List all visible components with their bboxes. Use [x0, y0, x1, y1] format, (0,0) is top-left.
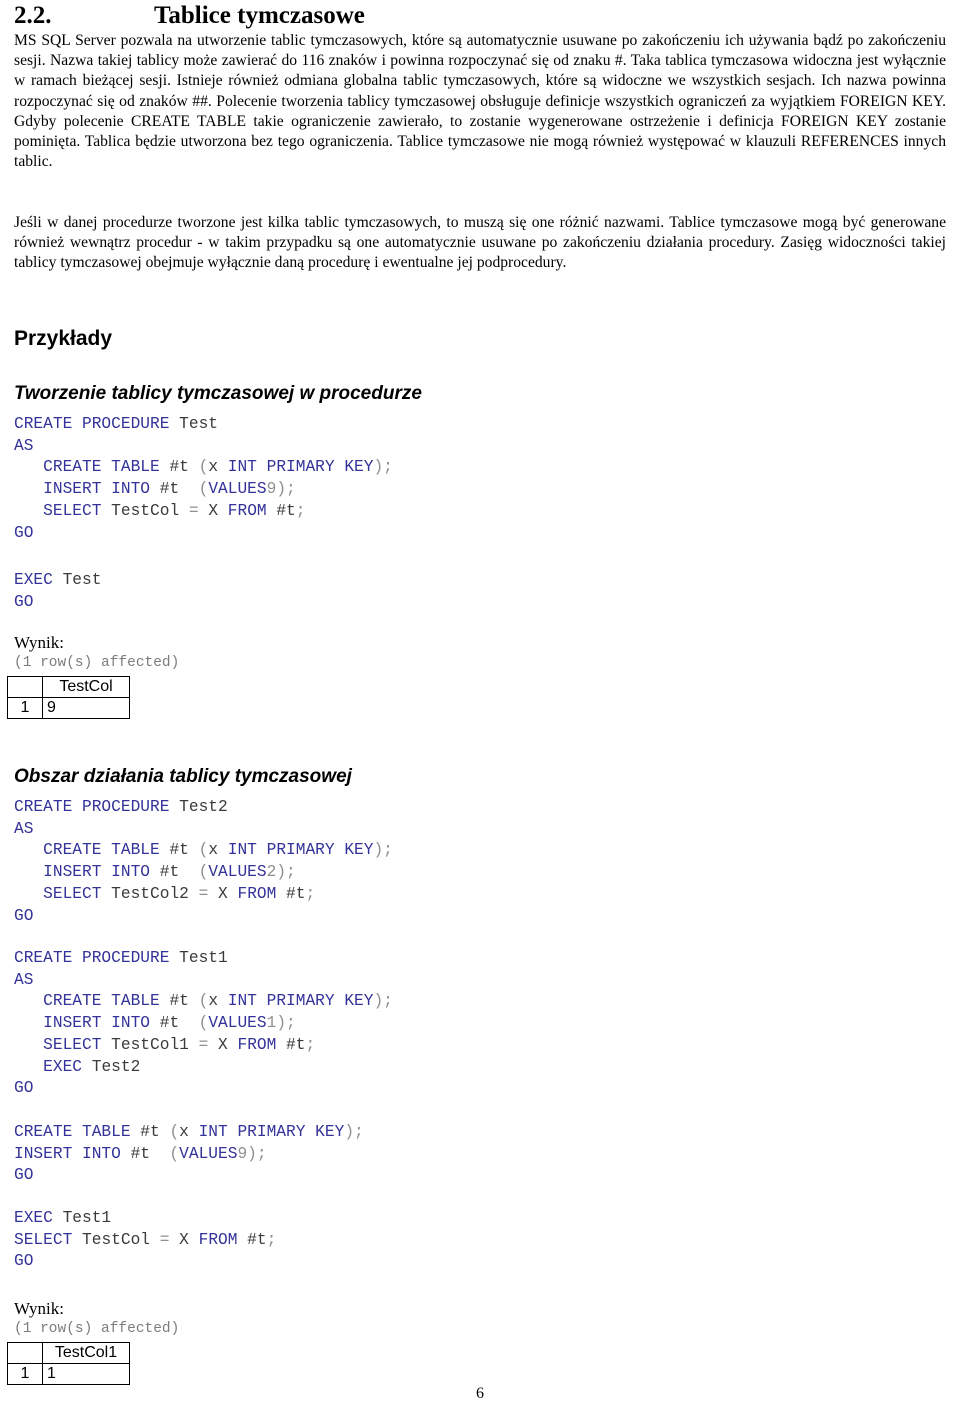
result-label-2: Wynik: — [14, 1299, 64, 1318]
result-label-1: Wynik: — [14, 633, 64, 652]
rows-affected-2: (1 row(s) affected) — [14, 1321, 180, 1337]
header-index-cell — [7, 676, 43, 698]
body-paragraph-2: Jeśli w danej procedurze tworzone jest k… — [14, 214, 946, 272]
table-row: 1 9 — [7, 697, 130, 719]
code-block-5: CREATE TABLE #t (x INT PRIMARY KEY); INS… — [14, 1123, 364, 1185]
page-title: 2.2. Tablice tymczasowe — [14, 2, 944, 30]
chapter-number: 2.2. — [14, 2, 52, 29]
code-block-4: CREATE PROCEDURE Test1 AS CREATE TABLE #… — [14, 949, 393, 1098]
row-value-cell: 9 — [42, 697, 130, 719]
result-table-1: TestCol 1 9 — [7, 676, 130, 719]
code-block-2: EXEC Test GO — [14, 571, 102, 611]
section-heading-1: Tworzenie tablicy tymczasowej w procedur… — [14, 383, 422, 404]
table-row: TestCol1 — [7, 1342, 130, 1364]
section-heading-2: Obszar działania tablicy tymczasowej — [14, 766, 352, 787]
body-paragraph-1: MS SQL Server pozwala na utworzenie tabl… — [14, 32, 946, 171]
table-row: 1 1 — [7, 1363, 130, 1385]
header-column-cell: TestCol1 — [42, 1342, 130, 1364]
table-row: TestCol — [7, 676, 130, 698]
header-index-cell — [7, 1342, 43, 1364]
code-block-3: CREATE PROCEDURE Test2 AS CREATE TABLE #… — [14, 798, 393, 925]
document-page: 2.2. Tablice tymczasowe MS SQL Server poz… — [0, 0, 960, 1414]
page-number: 6 — [476, 1385, 484, 1402]
row-index-cell: 1 — [7, 1363, 43, 1385]
code-block-6: EXEC Test1 SELECT TestCol = X FROM #t; G… — [14, 1209, 277, 1271]
row-value-cell: 1 — [42, 1363, 130, 1385]
row-index-cell: 1 — [7, 697, 43, 719]
rows-affected-1: (1 row(s) affected) — [14, 655, 180, 671]
examples-heading: Przykłady — [14, 327, 113, 350]
chapter-title: Tablice tymczasowe — [154, 2, 365, 29]
result-table-2: TestCol1 1 1 — [7, 1342, 130, 1385]
code-block-1: CREATE PROCEDURE Test AS CREATE TABLE #t… — [14, 415, 393, 542]
header-column-cell: TestCol — [42, 676, 130, 698]
